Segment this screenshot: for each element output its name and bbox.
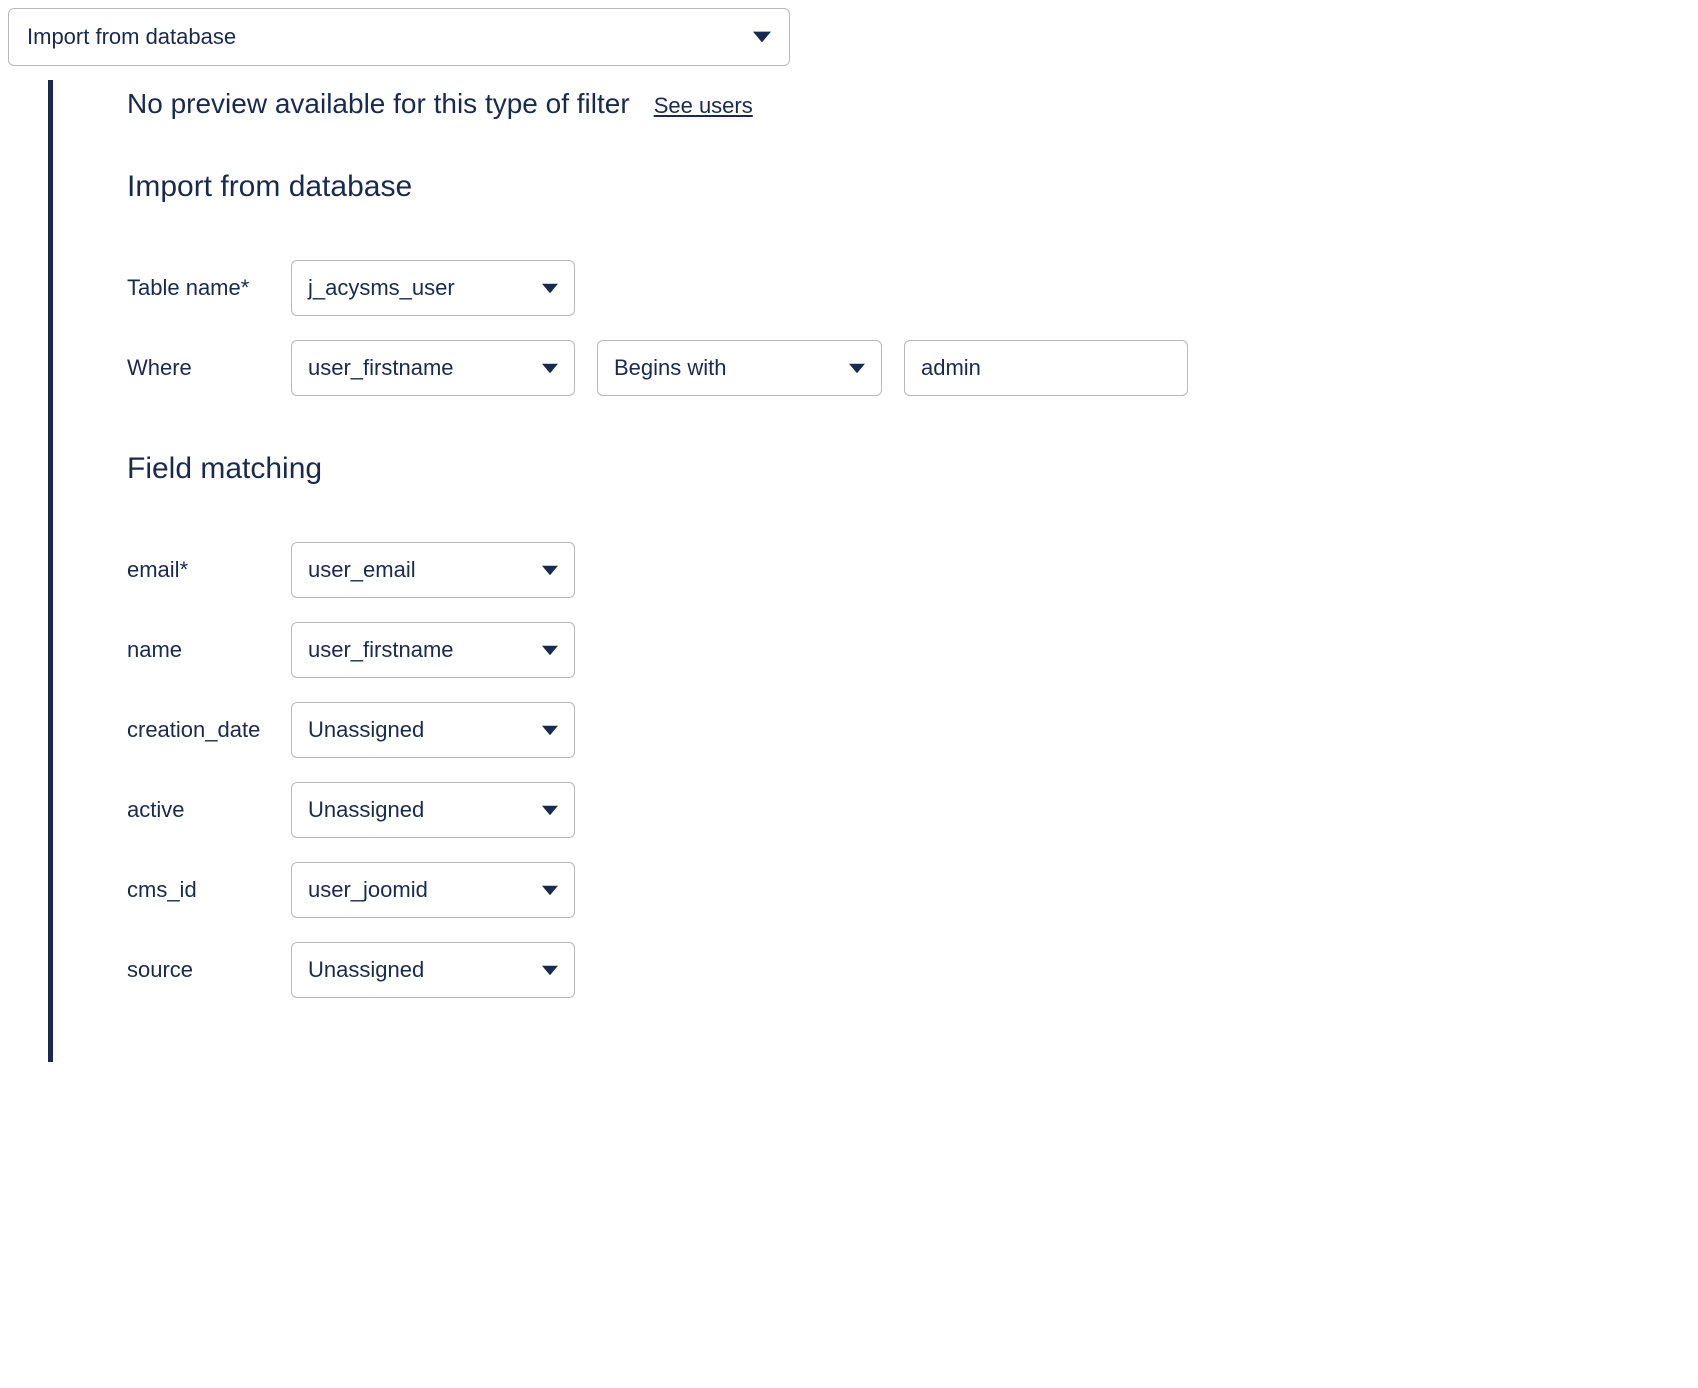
field-match-row: cms_id user_joomid (127, 862, 1690, 918)
see-users-link[interactable]: See users (654, 93, 753, 119)
chevron-down-icon (542, 565, 558, 576)
field-match-label: name (127, 637, 291, 663)
table-name-value: j_acysms_user (308, 275, 455, 301)
chevron-down-icon (542, 363, 558, 374)
field-match-select[interactable]: user_joomid (291, 862, 575, 918)
where-operator-value: Begins with (614, 355, 727, 381)
field-match-row: active Unassigned (127, 782, 1690, 838)
field-match-select[interactable]: Unassigned (291, 702, 575, 758)
where-field-select[interactable]: user_firstname (291, 340, 575, 396)
chevron-down-icon (849, 363, 865, 374)
field-match-value: user_joomid (308, 877, 428, 903)
field-match-label: cms_id (127, 877, 291, 903)
chevron-down-icon (542, 283, 558, 294)
field-match-select[interactable]: user_firstname (291, 622, 575, 678)
table-name-label: Table name* (127, 275, 291, 301)
field-match-row: source Unassigned (127, 942, 1690, 998)
filter-type-value: Import from database (27, 24, 236, 50)
field-match-row: email* user_email (127, 542, 1690, 598)
field-match-row: name user_firstname (127, 622, 1690, 678)
filter-config-panel: No preview available for this type of fi… (48, 80, 1690, 1062)
field-match-value: Unassigned (308, 957, 424, 983)
field-match-label: email* (127, 557, 291, 583)
field-match-select[interactable]: Unassigned (291, 782, 575, 838)
chevron-down-icon (542, 725, 558, 736)
chevron-down-icon (542, 965, 558, 976)
where-operator-select[interactable]: Begins with (597, 340, 882, 396)
section-matching-heading: Field matching (127, 452, 1690, 486)
field-match-label: active (127, 797, 291, 823)
preview-message: No preview available for this type of fi… (127, 88, 630, 120)
table-name-select[interactable]: j_acysms_user (291, 260, 575, 316)
chevron-down-icon (542, 805, 558, 816)
filter-type-select[interactable]: Import from database (8, 8, 790, 66)
chevron-down-icon (542, 645, 558, 656)
where-label: Where (127, 355, 291, 381)
where-field-value: user_firstname (308, 355, 454, 381)
field-match-value: user_email (308, 557, 416, 583)
field-match-row: creation_date Unassigned (127, 702, 1690, 758)
chevron-down-icon (542, 885, 558, 896)
section-import-heading: Import from database (127, 170, 1690, 204)
field-match-label: creation_date (127, 717, 291, 743)
where-value-input[interactable] (904, 340, 1188, 396)
field-match-select[interactable]: Unassigned (291, 942, 575, 998)
field-match-label: source (127, 957, 291, 983)
field-match-value: Unassigned (308, 717, 424, 743)
field-match-select[interactable]: user_email (291, 542, 575, 598)
field-match-value: Unassigned (308, 797, 424, 823)
chevron-down-icon (753, 31, 771, 43)
field-match-value: user_firstname (308, 637, 454, 663)
